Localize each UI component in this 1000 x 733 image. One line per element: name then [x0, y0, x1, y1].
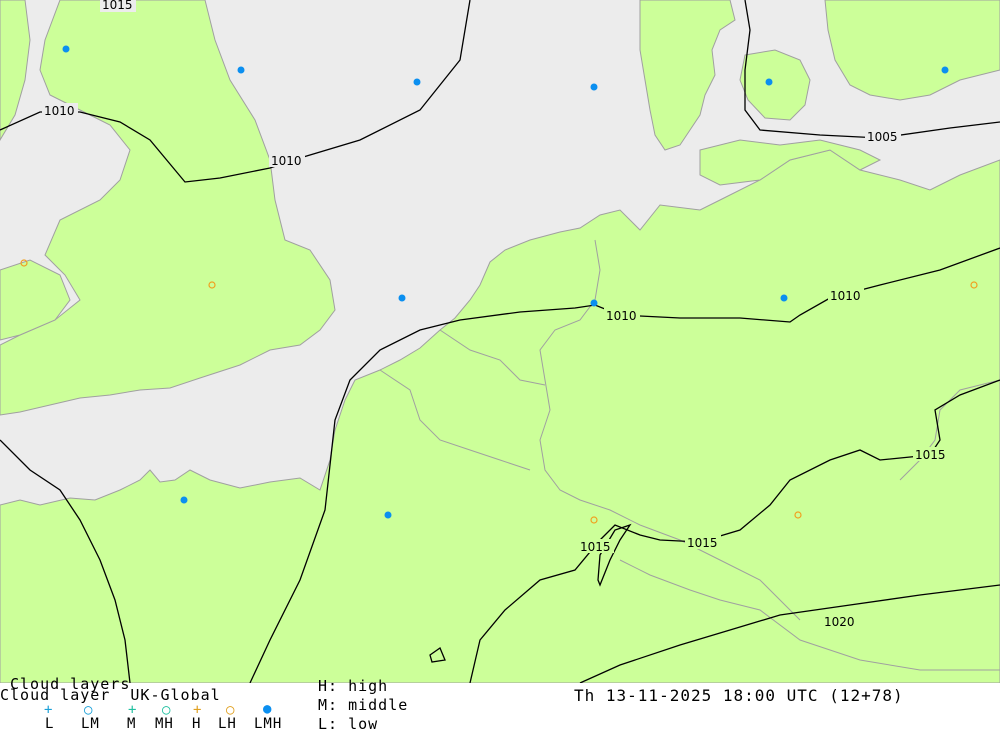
lmh-marker	[765, 78, 773, 86]
weather-map: 1015 1010 1010 1005 1010 1010 1015 1015 …	[0, 0, 1000, 684]
ring-icon: ○	[226, 702, 235, 718]
ring-icon: ○	[162, 702, 171, 718]
isobar-label: 1015	[915, 448, 946, 462]
key-middle: M: middle	[318, 696, 409, 714]
lmh-marker	[237, 66, 245, 74]
isobar-label: 1020	[824, 615, 855, 629]
isobar-label: 1010	[830, 289, 861, 303]
lmh-marker	[62, 45, 70, 53]
isobar-label: 1010	[271, 154, 302, 168]
map-canvas: 1015 1010 1010 1005 1010 1010 1015 1015 …	[0, 0, 1000, 684]
lmh-marker	[941, 66, 949, 74]
legend-label-lh: LH	[218, 716, 237, 732]
lmh-marker	[590, 299, 598, 307]
legend-label-h: H	[192, 716, 202, 732]
legend-label-mh: MH	[155, 716, 174, 732]
model-label: Cloud layer UK-Global	[0, 686, 221, 704]
isobar-label: 1015	[580, 540, 611, 554]
legend-label-lmh: LMH	[254, 716, 283, 732]
key-low: L: low	[318, 715, 379, 733]
isobar-label: 1010	[606, 309, 637, 323]
dot-icon: ●	[263, 701, 272, 717]
lmh-marker	[180, 496, 188, 504]
legend-label-m: M	[127, 716, 137, 732]
lmh-marker	[590, 83, 598, 91]
cross-icon: +	[193, 702, 202, 718]
legend-label-l: L	[45, 716, 55, 732]
isobar-label: 1005	[867, 130, 898, 144]
cross-icon: +	[128, 702, 137, 718]
forecast-datetime: Th 13-11-2025 18:00 UTC (12+78)	[574, 686, 904, 705]
isobar-label: 1010	[44, 104, 75, 118]
lmh-marker	[413, 78, 421, 86]
legend-label-lm: LM	[81, 716, 100, 732]
lmh-marker	[398, 294, 406, 302]
cross-icon: +	[44, 702, 53, 718]
lmh-marker	[384, 511, 392, 519]
isobar-label: 1015	[687, 536, 718, 550]
key-high: H: high	[318, 677, 389, 695]
map-footer: Cloud layers Cloud layer UK-Global + L ○…	[0, 676, 1000, 733]
ring-icon: ○	[84, 702, 93, 718]
lmh-marker	[780, 294, 788, 302]
isobar-label: 1015	[102, 0, 133, 12]
